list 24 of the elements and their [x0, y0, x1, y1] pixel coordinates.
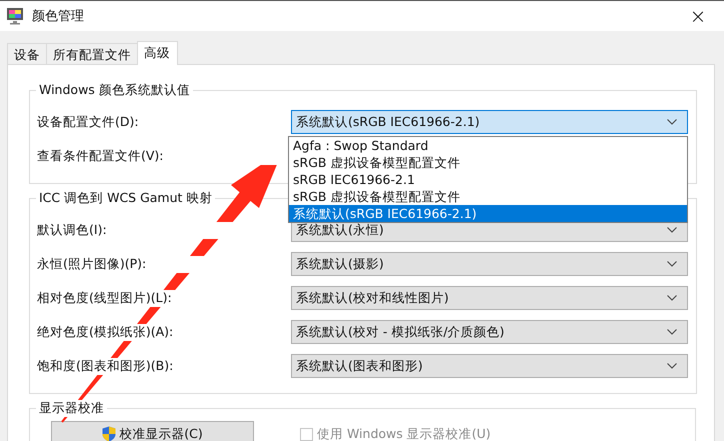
chevron-down-icon: [667, 119, 677, 125]
profile-dropdown[interactable]: 系统默认(摄影): [291, 252, 688, 276]
profile-dropdown[interactable]: 系统默认(sRGB IEC61966-2.1): [291, 110, 688, 134]
close-button[interactable]: ×: [678, 4, 718, 28]
profile-dropdown[interactable]: 系统默认(图表和图形): [291, 354, 688, 378]
monitor-icon: [6, 7, 24, 25]
dropdown-option[interactable]: sRGB IEC61966-2.1: [289, 171, 687, 188]
chevron-down-icon: [667, 329, 677, 335]
calibrate-button[interactable]: 校准显示器(C): [51, 421, 254, 441]
chevron-down-icon: [667, 261, 677, 267]
tab[interactable]: 所有配置文件: [46, 43, 138, 64]
profile-dropdown[interactable]: 系统默认(校对 - 模拟纸张/介质颜色): [291, 320, 688, 344]
tab[interactable]: 高级: [137, 41, 178, 65]
profile-dropdown[interactable]: 系统默认(校对和线性图片): [291, 286, 688, 310]
dropdown-option[interactable]: 系统默认(sRGB IEC61966-2.1): [289, 205, 687, 222]
tab[interactable]: 设备: [7, 43, 47, 64]
chevron-down-icon: [667, 227, 677, 233]
dropdown-option[interactable]: sRGB 虚拟设备模型配置文件: [289, 154, 687, 171]
window-title: 颜色管理: [32, 8, 85, 25]
dropdown-option[interactable]: sRGB 虚拟设备模型配置文件: [289, 188, 687, 205]
chevron-down-icon: [667, 295, 677, 301]
dropdown-option[interactable]: Agfa : Swop Standard: [289, 137, 687, 154]
chevron-down-icon: [667, 363, 677, 369]
shield-icon: [102, 426, 116, 441]
